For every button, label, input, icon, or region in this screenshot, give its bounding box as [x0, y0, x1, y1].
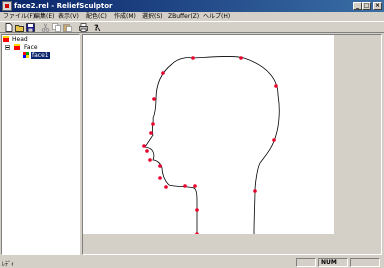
help-icon[interactable]: ? — [92, 23, 101, 32]
control-point[interactable] — [239, 56, 243, 60]
maximize-button[interactable]: □ — [362, 2, 371, 10]
control-point[interactable] — [253, 189, 257, 193]
control-point[interactable] — [158, 164, 162, 168]
menu-file[interactable]: ファイル(F) — [3, 13, 35, 20]
minimize-button[interactable]: _ — [353, 2, 362, 10]
tree-item-face[interactable]: Face — [5, 44, 75, 51]
window-title: face2.rel - ReliefSculptor — [14, 2, 113, 10]
control-points — [142, 56, 278, 234]
status-text: ﾚﾃﾞｨ — [2, 261, 15, 268]
control-point[interactable] — [152, 97, 156, 101]
new-icon[interactable] — [4, 23, 13, 32]
control-point[interactable] — [149, 131, 153, 135]
status-bar: ﾚﾃﾞｨ NUM — [0, 256, 384, 268]
control-point[interactable] — [142, 144, 146, 148]
control-point[interactable] — [164, 185, 168, 189]
colored-node-icon — [23, 52, 29, 58]
control-point[interactable] — [151, 122, 155, 126]
view-area — [82, 34, 382, 255]
tree-item-label: face1 — [31, 52, 50, 59]
menu-color[interactable]: 配色(C) — [86, 13, 107, 20]
app-window: face2.rel - ReliefSculptor _ □ × ファイル(F)… — [0, 0, 384, 268]
title-bar[interactable]: face2.rel - ReliefSculptor _ □ × — [0, 0, 384, 12]
head-profile-drawing — [142, 56, 280, 234]
tree-item-head[interactable]: Head — [3, 36, 73, 43]
control-point[interactable] — [191, 56, 195, 60]
app-icon[interactable] — [2, 1, 12, 11]
status-panel-empty — [296, 258, 316, 267]
drawing-canvas[interactable] — [83, 35, 334, 234]
save-icon[interactable] — [26, 23, 35, 32]
menu-select[interactable]: 選択(S) — [142, 13, 163, 20]
control-point[interactable] — [148, 158, 152, 162]
tree-item-face1[interactable]: face1 — [23, 52, 63, 59]
menu-help[interactable]: ヘルプ(H) — [203, 13, 230, 20]
toolbar: ? — [0, 21, 384, 33]
menu-view[interactable]: 表示(V) — [58, 13, 79, 20]
menu-bar: ファイル(F) 編集(E) 表示(V) 配色(C) 作成(M) 選択(S) ZB… — [0, 12, 384, 21]
tree-item-label: Face — [24, 44, 38, 51]
object-tree[interactable]: Head Face face1 — [1, 34, 80, 255]
control-point[interactable] — [195, 232, 199, 234]
menu-create[interactable]: 作成(M) — [114, 13, 136, 20]
control-point[interactable] — [193, 184, 197, 188]
tree-item-label: Head — [12, 36, 28, 43]
svg-text:?: ? — [94, 24, 99, 33]
status-panel-scroll — [350, 258, 380, 267]
open-icon[interactable] — [15, 23, 24, 32]
control-point[interactable] — [158, 176, 162, 180]
cut-icon[interactable] — [41, 23, 50, 32]
num-lock-indicator: NUM — [318, 258, 348, 267]
control-point[interactable] — [183, 184, 187, 188]
menu-edit[interactable]: 編集(E) — [34, 13, 54, 20]
collapse-icon[interactable] — [5, 45, 10, 50]
head-profile-curve — [144, 56, 280, 234]
control-point[interactable] — [274, 84, 278, 88]
red-node-icon — [14, 44, 20, 50]
control-point[interactable] — [272, 138, 276, 142]
menu-zbuffer[interactable]: ZBuffer(Z) — [168, 13, 199, 20]
red-node-icon — [3, 36, 9, 42]
close-button[interactable]: × — [373, 2, 382, 10]
control-point[interactable] — [145, 149, 149, 153]
control-point[interactable] — [195, 208, 199, 212]
paste-icon[interactable] — [63, 23, 72, 32]
copy-icon[interactable] — [52, 23, 61, 32]
control-point[interactable] — [161, 71, 165, 75]
print-icon[interactable] — [79, 23, 88, 32]
